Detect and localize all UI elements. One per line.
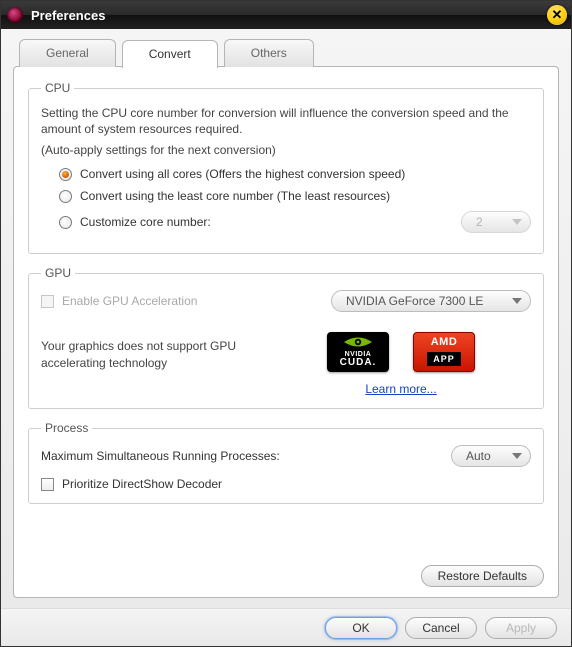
restore-row: Restore Defaults — [28, 559, 544, 587]
chevron-down-icon — [512, 219, 522, 225]
gpu-learn-more-link[interactable]: Learn more... — [365, 382, 436, 396]
radio-least-cores[interactable] — [59, 190, 72, 203]
preferences-window: Preferences ✕ General Convert Others CPU… — [0, 0, 572, 647]
app-icon — [7, 7, 23, 23]
cpu-opt-all-row[interactable]: Convert using all cores (Offers the high… — [41, 167, 531, 181]
radio-custom-cores-label: Customize core number: — [80, 215, 211, 229]
window-body: General Convert Others CPU Setting the C… — [1, 29, 571, 608]
gpu-enable-label: Enable GPU Acceleration — [62, 294, 197, 308]
radio-custom-cores[interactable] — [59, 216, 72, 229]
max-processes-select[interactable]: Auto — [451, 445, 531, 467]
chevron-down-icon — [512, 298, 522, 304]
cpu-opt-custom-row: Customize core number: 2 — [41, 211, 531, 233]
gpu-top-row: Enable GPU Acceleration NVIDIA GeForce 7… — [41, 290, 531, 312]
cpu-description: Setting the CPU core number for conversi… — [41, 105, 531, 137]
cpu-opt-least-row[interactable]: Convert using the least core number (The… — [41, 189, 531, 203]
close-icon: ✕ — [552, 7, 563, 23]
amd-brand-text: AMD — [431, 337, 458, 348]
tab-convert[interactable]: Convert — [122, 40, 218, 68]
nvidia-eye-icon — [342, 336, 374, 348]
max-processes-label: Maximum Simultaneous Running Processes: — [41, 449, 280, 463]
titlebar: Preferences ✕ — [1, 1, 571, 29]
group-process: Process Maximum Simultaneous Running Pro… — [28, 421, 544, 504]
core-count-value: 2 — [476, 215, 483, 229]
gpu-device-value: NVIDIA GeForce 7300 LE — [346, 294, 483, 308]
tab-general[interactable]: General — [19, 39, 116, 67]
radio-all-cores-label: Convert using all cores (Offers the high… — [80, 167, 405, 181]
group-cpu: CPU Setting the CPU core number for conv… — [28, 81, 544, 254]
nvidia-cuda-text: CUDA. — [340, 358, 377, 368]
amd-app-text: APP — [427, 352, 461, 366]
prioritize-decoder-label: Prioritize DirectShow Decoder — [62, 477, 222, 491]
tabstrip: General Convert Others — [13, 39, 559, 67]
window-title: Preferences — [31, 8, 105, 23]
amd-app-logo: AMD APP — [413, 332, 475, 372]
gpu-enable-checkbox — [41, 295, 54, 308]
cancel-button[interactable]: Cancel — [405, 617, 477, 639]
core-count-select: 2 — [461, 211, 531, 233]
cpu-autoapply-hint: (Auto-apply settings for the next conver… — [41, 143, 531, 157]
chevron-down-icon — [512, 453, 522, 459]
gpu-mid-row: Your graphics does not support GPU accel… — [41, 318, 531, 396]
max-processes-value: Auto — [466, 449, 491, 463]
group-process-legend: Process — [41, 421, 92, 435]
close-button[interactable]: ✕ — [547, 5, 567, 25]
gpu-learn-more-row: Learn more... — [271, 382, 531, 396]
group-cpu-legend: CPU — [41, 81, 74, 95]
radio-least-cores-label: Convert using the least core number (The… — [80, 189, 390, 203]
tab-others[interactable]: Others — [224, 39, 314, 67]
tab-panel-convert: CPU Setting the CPU core number for conv… — [13, 66, 559, 598]
restore-defaults-button[interactable]: Restore Defaults — [421, 565, 544, 587]
nvidia-cuda-logo: NVIDIA CUDA. — [327, 332, 389, 372]
prioritize-decoder-checkbox[interactable] — [41, 478, 54, 491]
ok-button[interactable]: OK — [325, 617, 397, 639]
gpu-support-note: Your graphics does not support GPU accel… — [41, 338, 241, 370]
group-gpu: GPU Enable GPU Acceleration NVIDIA GeFor… — [28, 266, 544, 409]
dialog-footer: OK Cancel Apply — [1, 608, 571, 646]
apply-button: Apply — [485, 617, 557, 639]
radio-all-cores[interactable] — [59, 168, 72, 181]
group-gpu-legend: GPU — [41, 266, 75, 280]
gpu-logos: NVIDIA CUDA. AMD APP — [271, 332, 531, 372]
gpu-device-select[interactable]: NVIDIA GeForce 7300 LE — [331, 290, 531, 312]
